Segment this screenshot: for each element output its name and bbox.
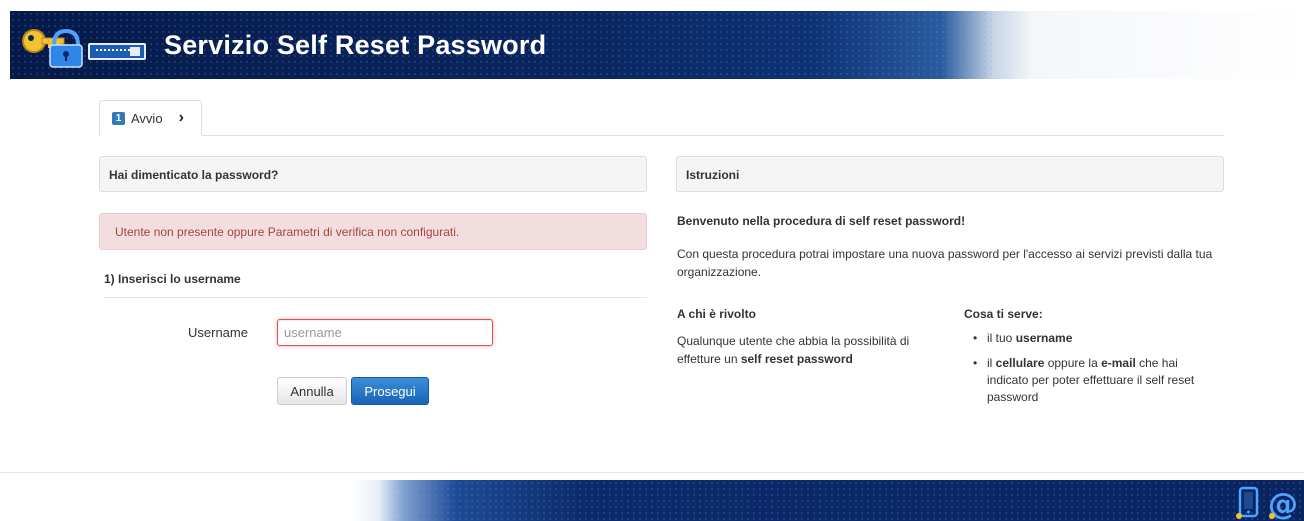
cancel-button[interactable]: Annulla <box>277 377 347 405</box>
tab-label: Avvio <box>131 110 163 126</box>
username-label: Username <box>188 325 248 340</box>
step-title: 1) Inserisci lo username <box>104 272 241 286</box>
header-banner: Servizio Self Reset Password <box>10 11 1304 79</box>
username-input[interactable] <box>277 319 493 346</box>
needs-title: Cosa ti serve: <box>964 307 1043 321</box>
needs-list: il tuo username il cellulare oppure la e… <box>970 330 1220 414</box>
wizard-tabs: 1 Avvio › <box>99 100 1224 136</box>
list-item: il cellulare oppure la e-mail che hai in… <box>970 355 1220 406</box>
password-field-icon <box>88 43 146 60</box>
error-alert: Utente non presente oppure Parametri di … <box>99 213 647 250</box>
target-title: A chi è rivolto <box>677 307 756 321</box>
welcome-text: Benvenuto nella procedura di self reset … <box>677 214 966 228</box>
target-text: Qualunque utente che abbia la possibilit… <box>677 332 932 368</box>
at-email-icon: @ <box>1268 487 1298 520</box>
footer-pattern <box>391 480 1304 521</box>
tab-step-badge: 1 <box>112 111 125 125</box>
footer-icons: @ <box>1236 486 1298 520</box>
forgot-password-heading: Hai dimenticato la password? <box>99 156 647 192</box>
key-lock-icon <box>22 28 83 68</box>
intro-text: Con questa procedura potrai impostare un… <box>677 247 1213 279</box>
tab-avvio[interactable]: 1 Avvio › <box>99 100 202 136</box>
page-title: Servizio Self Reset Password <box>164 30 547 60</box>
mobile-phone-icon <box>1236 486 1259 519</box>
list-item: il tuo username <box>970 330 1220 347</box>
target-text-bold: self reset password <box>740 352 853 366</box>
chevron-right-icon: › <box>178 109 184 126</box>
footer-banner <box>0 480 1304 521</box>
continue-button[interactable]: Prosegui <box>351 377 429 405</box>
divider <box>104 297 647 298</box>
footer-divider <box>0 472 1304 473</box>
instructions-heading: Istruzioni <box>676 156 1224 192</box>
